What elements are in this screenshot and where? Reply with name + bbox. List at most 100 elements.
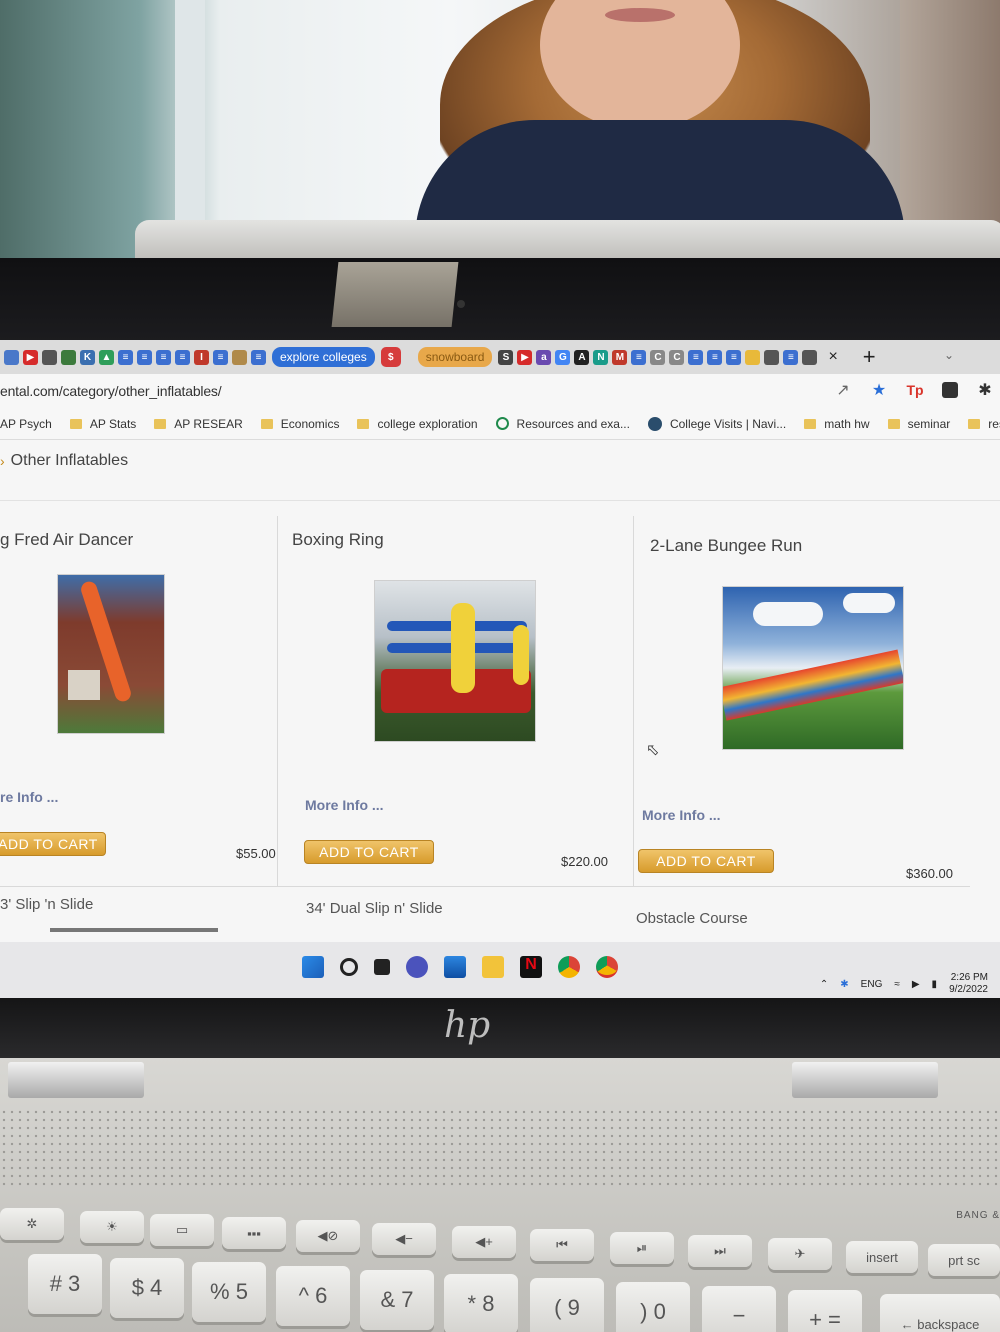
bookmark-item[interactable]: AP RESEAR <box>154 417 243 431</box>
docs-icon[interactable]: ≡ <box>251 349 266 365</box>
function-key[interactable]: ✈ <box>768 1238 832 1270</box>
extension-dark-icon[interactable] <box>942 382 958 398</box>
bookmark-item[interactable]: Resources and exa... <box>495 417 630 431</box>
star-icon[interactable]: ★ <box>870 381 888 399</box>
tab-snowboard[interactable]: snowboard <box>417 347 493 367</box>
bungee-run-image[interactable] <box>722 586 904 750</box>
function-key[interactable]: ⏯ <box>610 1232 674 1264</box>
function-key[interactable]: prt sc <box>928 1244 1000 1276</box>
file-explorer-icon[interactable] <box>482 956 504 978</box>
shield-icon[interactable] <box>42 349 57 365</box>
chevron-up-icon[interactable]: ⌃ <box>820 979 828 990</box>
number-key[interactable]: % 5 <box>192 1262 266 1322</box>
product-title[interactable]: 34' Dual Slip n' Slide <box>306 900 443 917</box>
chrome-icon[interactable] <box>558 956 580 978</box>
add-to-cart-button[interactable]: ADD TO CART <box>638 849 774 873</box>
number-key[interactable]: − <box>702 1286 776 1332</box>
docs-icon[interactable]: ≡ <box>707 349 723 365</box>
puzzle-icon[interactable]: ✱ <box>976 381 994 399</box>
k-icon[interactable]: K <box>80 349 95 365</box>
bluetooth-icon[interactable]: ✱ <box>840 979 848 990</box>
mail-icon[interactable] <box>444 956 466 978</box>
bookmark-item[interactable]: math hw <box>804 417 870 431</box>
address-bar[interactable]: ental.com/category/other_inflatables/ ↗ … <box>0 374 1000 408</box>
tab-explore-colleges[interactable]: explore colleges <box>272 347 375 367</box>
language-indicator[interactable]: ENG <box>861 979 883 990</box>
add-to-cart-button[interactable]: ADD TO CART <box>304 840 434 864</box>
air-dancer-image[interactable] <box>57 574 165 734</box>
function-key[interactable]: ▪▪▪ <box>222 1217 286 1249</box>
wifi-icon[interactable]: ≈ <box>894 979 900 990</box>
product-title[interactable]: 3' Slip 'n Slide <box>0 896 93 913</box>
docs-icon[interactable]: ≡ <box>726 349 742 365</box>
i-icon[interactable]: I <box>194 349 209 365</box>
globe-icon[interactable] <box>802 349 818 365</box>
bookmark-item[interactable]: college exploration <box>357 417 478 431</box>
number-key[interactable]: * 8 <box>444 1274 518 1332</box>
extension-tp-icon[interactable]: Tp <box>906 381 924 399</box>
function-key[interactable]: ◀− <box>372 1223 436 1255</box>
docs-icon[interactable]: ≡ <box>175 349 190 365</box>
number-key[interactable]: # 3 <box>28 1254 102 1314</box>
a-icon[interactable]: A <box>574 349 590 365</box>
number-key[interactable]: $ 4 <box>110 1258 184 1318</box>
volume-icon[interactable]: ▶ <box>912 979 920 990</box>
youtube-icon[interactable]: ▶ <box>23 349 38 365</box>
docs-icon[interactable]: ≡ <box>688 349 704 365</box>
more-info-link[interactable]: re Info ... <box>0 789 58 805</box>
number-key[interactable]: ^ 6 <box>276 1266 350 1326</box>
dollar-icon[interactable]: $ <box>380 347 401 367</box>
close-tab-icon[interactable]: × <box>828 348 837 366</box>
c-icon[interactable]: C <box>650 349 666 365</box>
new-tab-icon[interactable]: + <box>863 344 876 370</box>
add-to-cart-button[interactable]: ADD TO CART <box>0 832 106 856</box>
product-title[interactable]: g Fred Air Dancer <box>0 530 133 550</box>
bookmark-item[interactable]: AP Stats <box>69 417 136 431</box>
doc-icon[interactable] <box>4 349 19 365</box>
bookmark-item[interactable]: College Visits | Navi... <box>647 416 786 431</box>
docs-icon[interactable]: ≡ <box>213 349 228 365</box>
n-icon[interactable]: N <box>593 349 609 365</box>
search-icon[interactable] <box>340 958 358 976</box>
function-key[interactable]: ✲ <box>0 1208 64 1240</box>
function-key[interactable]: ☀ <box>80 1211 144 1243</box>
product-title[interactable]: Obstacle Course <box>636 910 748 927</box>
battery-icon[interactable]: ▮ <box>932 979 938 990</box>
chat-icon[interactable] <box>406 956 428 978</box>
docs-icon[interactable]: ≡ <box>631 349 647 365</box>
gmail-icon[interactable]: M <box>612 349 628 365</box>
function-key[interactable]: ▭ <box>150 1214 214 1246</box>
function-key[interactable]: ◀+ <box>452 1226 516 1258</box>
docs-icon[interactable]: ≡ <box>783 349 799 365</box>
bookmark-item[interactable]: Economics <box>260 417 339 431</box>
bookmark-item[interactable]: AP Psych <box>0 417 52 431</box>
function-key[interactable]: ◀⊘ <box>296 1220 360 1252</box>
url-text[interactable]: ental.com/category/other_inflatables/ <box>0 383 222 399</box>
number-key[interactable]: + = <box>788 1290 862 1332</box>
docs-icon[interactable] <box>232 349 247 365</box>
share-icon[interactable]: ↗ <box>834 381 852 399</box>
drive-icon[interactable]: ▲ <box>99 349 114 365</box>
s-icon[interactable]: S <box>498 349 514 365</box>
youtube-icon[interactable]: ▶ <box>517 349 533 365</box>
function-key[interactable]: ⏭ <box>688 1235 752 1267</box>
windows-start-icon[interactable] <box>302 956 324 978</box>
google-icon[interactable]: G <box>555 349 571 365</box>
chrome-active-icon[interactable] <box>596 956 618 978</box>
docs-icon[interactable]: ≡ <box>137 349 152 365</box>
number-key[interactable]: ( 9 <box>530 1278 604 1332</box>
c-icon[interactable]: C <box>669 349 685 365</box>
netflix-icon[interactable]: N <box>520 956 542 978</box>
more-info-link[interactable]: More Info ... <box>305 797 384 813</box>
more-info-link[interactable]: More Info ... <box>642 807 721 823</box>
shield-icon[interactable] <box>61 349 76 365</box>
function-key[interactable]: ⏮ <box>530 1229 594 1261</box>
number-key[interactable]: ← backspace <box>880 1294 1000 1332</box>
bookmark-item[interactable]: restaurant <box>968 417 1000 431</box>
function-key[interactable]: insert <box>846 1241 918 1273</box>
number-key[interactable]: & 7 <box>360 1270 434 1330</box>
clock[interactable]: 2:26 PM 9/2/2022 <box>949 972 988 996</box>
globe-icon[interactable] <box>764 349 780 365</box>
chevron-down-icon[interactable]: ⌄ <box>944 348 954 362</box>
task-view-icon[interactable] <box>374 959 390 975</box>
